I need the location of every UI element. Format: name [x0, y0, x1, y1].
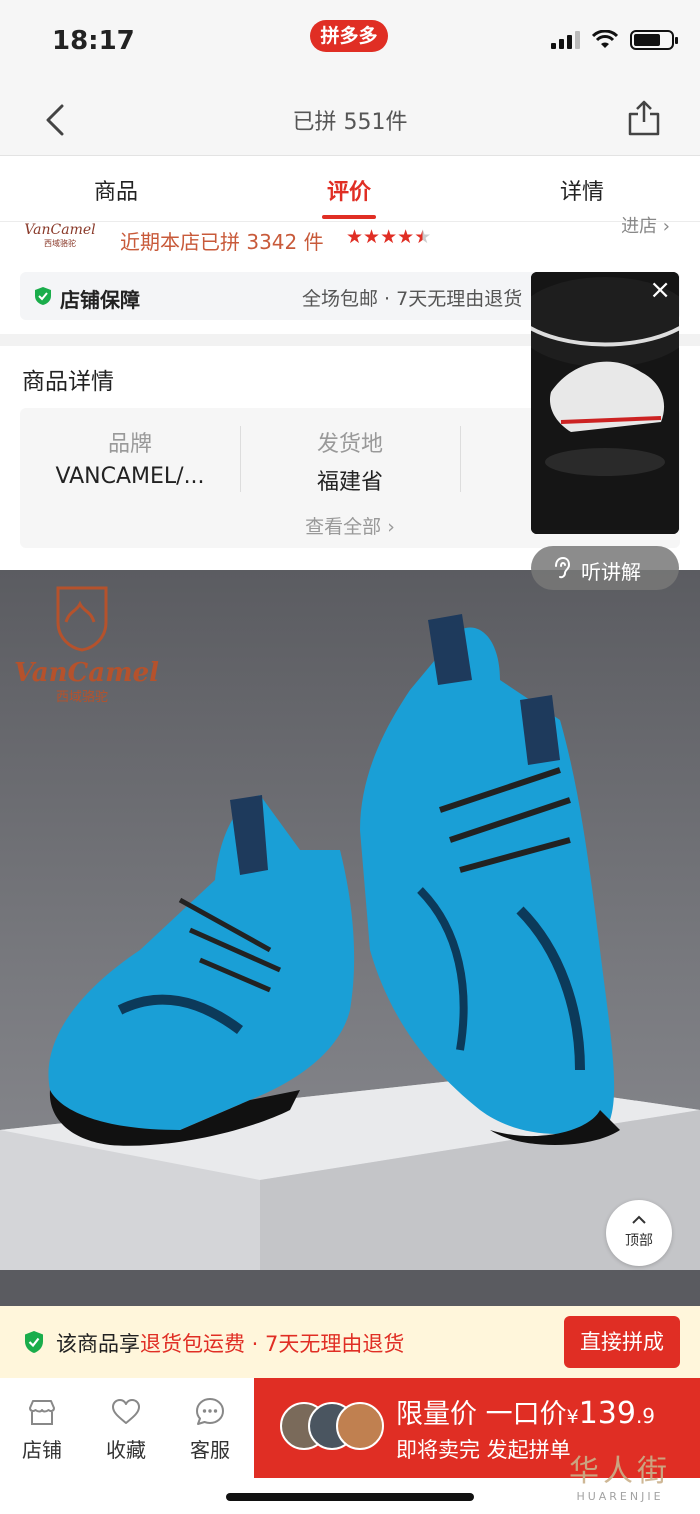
chevron-up-icon: [632, 1215, 646, 1224]
favorite-button[interactable]: 收藏: [94, 1396, 158, 1463]
shield-check-icon: [35, 287, 51, 305]
back-to-top-label: 顶部: [625, 1233, 653, 1249]
guarantee-info: 全场包邮 · 7天无理由退货: [302, 288, 523, 310]
strip-highlight: 退货包运费 · 7天无理由退货: [140, 1332, 405, 1356]
tab-product[interactable]: 商品: [56, 174, 176, 206]
store-logo-text: VanCamel: [24, 222, 96, 238]
price-prefix: 限量价 一口价: [396, 1399, 567, 1430]
spec-origin: 发货地 福建省: [240, 426, 460, 496]
spec-key: 品牌: [107, 432, 152, 457]
store-sales-stat: 近期本店已拼 3342 件: [120, 230, 324, 254]
star-icon: ★: [380, 226, 398, 248]
see-all-label: 查看全部: [305, 516, 382, 538]
signal-icon: [551, 31, 580, 49]
product-image[interactable]: VanCamel 西域骆驼: [0, 570, 700, 1270]
store-icon: [29, 1400, 55, 1425]
return-guarantee-strip: 该商品享退货包运费 · 7天无理由退货 直接拼成: [0, 1306, 700, 1378]
app-badge: 拼多多: [310, 20, 388, 52]
go-store-link[interactable]: 进店 ›: [621, 212, 670, 238]
store-logo-sub: 西域骆驼: [44, 239, 76, 248]
site-watermark: 华人街 HUARENJIE: [550, 1446, 690, 1506]
details-title: 商品详情: [22, 369, 114, 395]
price-integer: 139: [578, 1396, 636, 1431]
star-icon: ★: [397, 226, 415, 248]
heart-icon: [112, 1399, 140, 1424]
price-currency: ¥: [566, 1406, 579, 1428]
home-indicator: [226, 1493, 474, 1501]
star-icon: ★: [363, 226, 381, 248]
brand-script: VanCamel: [14, 658, 160, 688]
customer-service-button[interactable]: 客服: [178, 1396, 242, 1463]
buyer-avatars: [280, 1402, 384, 1452]
store-button[interactable]: 店铺: [10, 1396, 74, 1463]
strip-text: 该商品享退货包运费 · 7天无理由退货: [56, 1328, 404, 1358]
nav-bar: 已拼 551件: [0, 84, 700, 156]
price-decimal: .9: [635, 1404, 656, 1428]
tab-details[interactable]: 详情: [522, 174, 642, 206]
store-label: 店铺: [22, 1438, 62, 1462]
listen-button[interactable]: 听讲解: [531, 546, 679, 590]
watermark-main: 华人街: [569, 1454, 671, 1489]
close-icon[interactable]: ×: [649, 277, 671, 303]
status-time: 18:17: [52, 26, 135, 56]
star-icon: ★: [346, 226, 364, 248]
avatar: [336, 1402, 384, 1450]
tab-reviews[interactable]: 评价: [289, 174, 409, 206]
favorite-label: 收藏: [106, 1438, 146, 1462]
brand-cn: 西域骆驼: [55, 690, 108, 705]
spec-brand: 品牌 VANCAMEL/...: [20, 426, 240, 489]
buy-subtitle: 即将卖完 发起拼单: [396, 1438, 571, 1462]
half-star-icon: ★: [414, 226, 432, 248]
tab-bar: 商品 评价 详情: [0, 156, 700, 222]
go-store-label: 进店: [621, 216, 658, 237]
chat-icon: [196, 1398, 224, 1425]
guarantee-label: 店铺保障: [60, 288, 140, 312]
spec-value: VANCAMEL/...: [55, 464, 205, 489]
store-rating-stars: ★★★★★: [346, 226, 431, 248]
brand-watermark: VanCamel 西域骆驼: [14, 582, 160, 712]
spec-key: 发货地: [316, 432, 383, 457]
back-to-top-button[interactable]: 顶部: [606, 1200, 672, 1266]
battery-icon: [630, 30, 678, 50]
spec-value: 福建省: [316, 470, 383, 495]
shield-check-icon: [25, 1331, 43, 1353]
page-title: 已拼 551件: [292, 110, 408, 135]
store-logo[interactable]: VanCamel 西域骆驼: [20, 222, 100, 258]
product-image-next: [0, 1270, 700, 1310]
video-popup[interactable]: ×: [531, 272, 679, 534]
camel-logo-icon: [56, 586, 108, 652]
status-icons: [551, 30, 678, 50]
wifi-icon: [592, 30, 618, 48]
direct-group-buy-button[interactable]: 直接拼成: [564, 1316, 680, 1368]
status-bar: 18:17 拼多多: [0, 0, 700, 84]
ear-icon: [555, 557, 571, 579]
tab-active-indicator: [322, 215, 376, 219]
watermark-sub: HUARENJIE: [576, 1490, 664, 1503]
listen-label: 听讲解: [581, 560, 641, 584]
video-thumbnail: [531, 272, 679, 534]
strip-prefix: 该商品享: [56, 1332, 140, 1356]
share-icon[interactable]: [626, 98, 662, 138]
customer-service-label: 客服: [190, 1438, 230, 1462]
price-line: 限量价 一口价¥139.9: [396, 1392, 655, 1431]
